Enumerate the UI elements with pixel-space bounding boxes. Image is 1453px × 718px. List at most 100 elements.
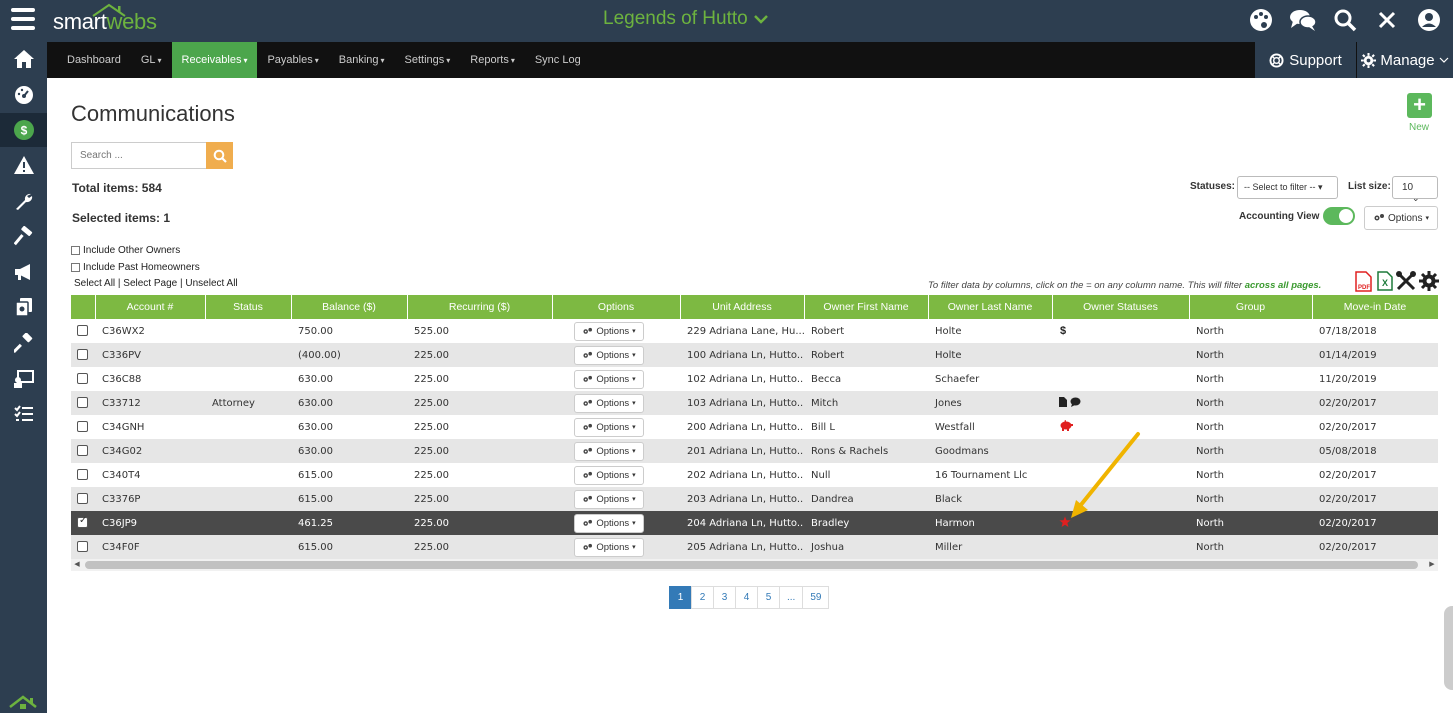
gavel-icon[interactable] <box>0 326 47 360</box>
pdf-export-icon[interactable]: PDF <box>1354 271 1374 298</box>
table-row[interactable]: C33712 Attorney 630.00 225.00 Options ▾ 103 Ad… <box>71 391 1438 415</box>
svg-text:PDF: PDF <box>1358 285 1370 291</box>
community-switcher[interactable]: Legends of Hutto <box>603 8 768 30</box>
page-2[interactable]: 2 <box>691 586 714 609</box>
nav-gl[interactable]: GL ▾ <box>131 42 172 78</box>
table-row[interactable]: C340T4 615.00 225.00 Options ▾ 202 Adriana Ln… <box>71 463 1438 487</box>
select-page-link[interactable]: Select Page <box>123 278 177 289</box>
new-label[interactable]: New <box>1409 122 1429 133</box>
list-size-select[interactable]: 10 ⌄ <box>1392 176 1438 203</box>
palette-icon[interactable] <box>1247 6 1275 34</box>
nav-reports[interactable]: Reports ▾ <box>460 42 525 78</box>
row-checkbox[interactable] <box>77 469 88 481</box>
receivables-dollar-icon[interactable]: $ <box>0 113 47 147</box>
documents-icon[interactable] <box>0 290 47 324</box>
row-checkbox[interactable] <box>77 325 88 337</box>
row-checkbox[interactable] <box>77 349 88 361</box>
scroll-right-icon[interactable]: ▶ <box>1426 559 1438 571</box>
new-button[interactable]: + <box>1407 93 1432 118</box>
nav-dashboard[interactable]: Dashboard <box>57 42 131 78</box>
support-button[interactable]: Support <box>1255 42 1357 78</box>
page-3[interactable]: 3 <box>713 586 736 609</box>
cell-status: Attorney <box>205 391 291 415</box>
options-dropdown-button[interactable]: Options ▾ <box>1364 206 1438 230</box>
include-past-homeowners-checkbox[interactable] <box>71 263 80 272</box>
warning-icon[interactable] <box>0 148 47 182</box>
include-other-owners-checkbox[interactable] <box>71 246 80 255</box>
home-icon[interactable] <box>0 42 47 76</box>
row-options-button[interactable]: Options ▾ <box>574 417 644 437</box>
nav-receivables[interactable]: Receivables ▾ <box>171 42 258 78</box>
menu-icon[interactable] <box>11 8 35 30</box>
settings-gear-icon[interactable] <box>1419 271 1439 296</box>
page-5[interactable]: 5 <box>757 586 780 609</box>
page-4[interactable]: 4 <box>735 586 758 609</box>
close-icon[interactable] <box>1373 6 1401 34</box>
task-list-icon[interactable] <box>0 397 47 431</box>
nav-settings[interactable]: Settings ▾ <box>395 42 461 78</box>
header-balance[interactable]: Balance ($) <box>291 295 408 319</box>
megaphone-icon[interactable] <box>0 255 47 289</box>
row-checkbox[interactable] <box>77 541 88 553</box>
row-options-button[interactable]: Options ▾ <box>574 489 644 509</box>
side-feedback-tab[interactable] <box>1444 606 1453 690</box>
header-owner-first-name[interactable]: Owner First Name <box>804 295 929 319</box>
scroll-thumb[interactable] <box>85 561 1418 569</box>
row-options-button[interactable]: Options ▾ <box>574 369 644 389</box>
table-row[interactable]: C36WX2 750.00 525.00 Options ▾ 229 Adriana La… <box>71 319 1438 343</box>
search-icon[interactable] <box>1331 6 1359 34</box>
page-1[interactable]: 1 <box>669 586 692 609</box>
wrench-icon[interactable] <box>0 184 47 218</box>
nav-sync-log[interactable]: Sync Log <box>525 42 591 78</box>
row-options-button[interactable]: Options ▾ <box>574 465 644 485</box>
user-avatar-icon[interactable] <box>1415 6 1443 34</box>
dashboard-gauge-icon[interactable] <box>0 78 47 112</box>
unselect-all-link[interactable]: Unselect All <box>185 278 237 289</box>
search-button[interactable] <box>206 142 233 169</box>
row-checkbox[interactable] <box>77 493 88 505</box>
header-unit-address[interactable]: Unit Address <box>680 295 805 319</box>
include-past-homeowners[interactable]: Include Past Homeowners <box>71 262 200 273</box>
header-status[interactable]: Status <box>205 295 292 319</box>
row-checkbox[interactable] <box>77 421 88 433</box>
table-row[interactable]: C34G02 630.00 225.00 Options ▾ 201 Adriana Ln… <box>71 439 1438 463</box>
header-owner-statuses[interactable]: Owner Statuses <box>1052 295 1190 319</box>
search-input[interactable] <box>71 142 206 169</box>
tools-icon[interactable] <box>1396 271 1416 296</box>
scroll-left-icon[interactable]: ◀ <box>71 559 83 571</box>
nav-banking[interactable]: Banking ▾ <box>329 42 395 78</box>
table-row[interactable]: C3376P 615.00 225.00 Options ▾ 203 Adriana Ln… <box>71 487 1438 511</box>
excel-export-icon[interactable]: X <box>1377 271 1393 296</box>
table-row[interactable]: C36JP9 461.25225.00 Options▾ 204 Adriana Ln… <box>71 511 1438 535</box>
table-row[interactable]: C34F0F 615.00 225.00 Options ▾ 205 Adriana Ln… <box>71 535 1438 559</box>
row-options-button[interactable]: Options ▾ <box>574 321 644 341</box>
hammer-icon[interactable] <box>0 219 47 253</box>
include-other-owners[interactable]: Include Other Owners <box>71 245 180 256</box>
row-checkbox[interactable] <box>77 515 88 529</box>
page-59[interactable]: 59 <box>802 586 830 609</box>
header-recurring[interactable]: Recurring ($) <box>407 295 553 319</box>
header-move-in-date[interactable]: Move-in Date <box>1312 295 1439 319</box>
accounting-view-toggle[interactable] <box>1323 207 1355 225</box>
row-options-button[interactable]: Options ▾ <box>574 513 644 533</box>
table-row[interactable]: C34GNH 630.00 225.00 Options ▾ 200 Adriana Ln… <box>71 415 1438 439</box>
nav-payables[interactable]: Payables ▾ <box>257 42 328 78</box>
row-options-button[interactable]: Options ▾ <box>574 345 644 365</box>
header-owner-last-name[interactable]: Owner Last Name <box>928 295 1053 319</box>
header-account[interactable]: Account # <box>95 295 206 319</box>
manage-button[interactable]: Manage <box>1357 42 1453 78</box>
row-options-button[interactable]: Options ▾ <box>574 393 644 413</box>
table-row[interactable]: C36C88 630.00 225.00 Options ▾ 102 Adriana Ln… <box>71 367 1438 391</box>
row-checkbox[interactable] <box>77 373 88 385</box>
statuses-filter-select[interactable]: -- Select to filter -- ▾ <box>1237 176 1338 199</box>
row-options-button[interactable]: Options ▾ <box>574 441 644 461</box>
presentation-icon[interactable] <box>0 362 47 396</box>
row-checkbox[interactable] <box>77 397 88 409</box>
chat-icon[interactable] <box>1289 6 1317 34</box>
header-group[interactable]: Group <box>1189 295 1313 319</box>
row-checkbox[interactable] <box>77 445 88 457</box>
table-row[interactable]: C336PV (400.00) 225.00 Options ▾ 100 Adriana … <box>71 343 1438 367</box>
select-all-link[interactable]: Select All <box>74 278 115 289</box>
horizontal-scrollbar[interactable]: ◀ ▶ <box>71 559 1438 571</box>
row-options-button[interactable]: Options ▾ <box>574 537 644 557</box>
